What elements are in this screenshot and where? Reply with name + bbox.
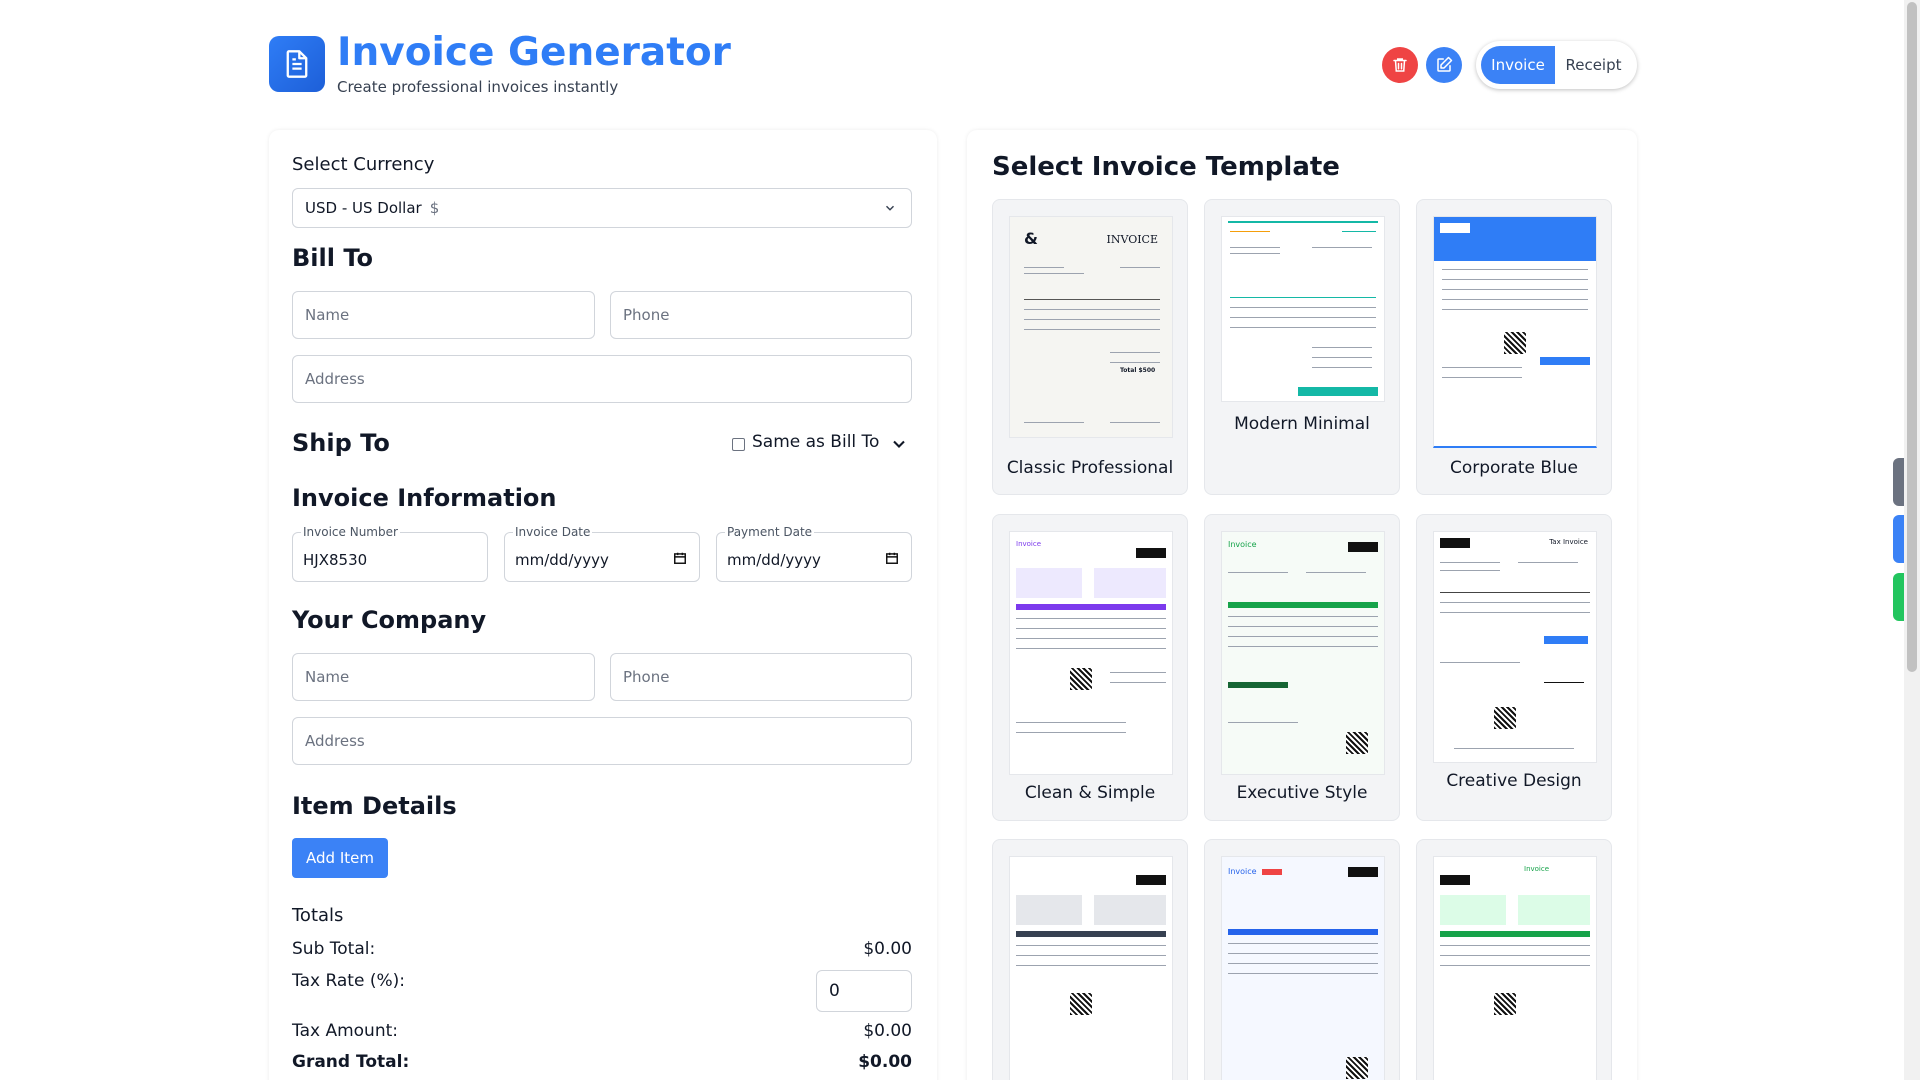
edit-icon xyxy=(1437,56,1453,72)
document-icon xyxy=(269,36,325,92)
template-thumbnail xyxy=(1221,216,1385,402)
calendar-icon[interactable] xyxy=(885,551,899,565)
bill-to-heading: Bill To xyxy=(292,244,373,272)
invoice-form-panel: Select Currency USD - US Dollar $ Bill T… xyxy=(269,130,937,1080)
template-thumbnail: Invoice xyxy=(1009,531,1173,775)
template-panel: Select Invoice Template & INVOICE Total … xyxy=(967,130,1637,1080)
side-tab-gray[interactable] xyxy=(1893,458,1904,506)
invoice-number-label: Invoice Number xyxy=(301,525,400,539)
bill-to-name-input[interactable]: Name xyxy=(292,291,595,339)
template-thumbnail: Invoice xyxy=(1221,856,1385,1080)
same-as-bill-to-checkbox[interactable] xyxy=(732,438,745,451)
template-card-modern-minimal[interactable]: Modern Minimal xyxy=(1204,199,1400,495)
template-card-executive-style[interactable]: Invoice Executive Style xyxy=(1204,514,1400,821)
currency-select[interactable]: USD - US Dollar $ xyxy=(292,188,912,228)
app-title: Invoice Generator xyxy=(337,30,731,75)
currency-value: USD - US Dollar xyxy=(305,199,422,217)
side-tab-blue[interactable] xyxy=(1893,515,1904,563)
side-tab-green[interactable] xyxy=(1893,573,1904,621)
payment-date-label: Payment Date xyxy=(725,525,815,539)
same-as-bill-to-label: Same as Bill To xyxy=(752,432,880,452)
edit-button[interactable] xyxy=(1426,47,1462,83)
page-scrollbar[interactable] xyxy=(1904,0,1920,1080)
invoice-number-value: HJX8530 xyxy=(303,551,368,569)
app-header: Invoice Generator Create professional in… xyxy=(269,30,1637,96)
item-details-heading: Item Details xyxy=(292,792,457,820)
scrollbar-thumb[interactable] xyxy=(1907,2,1917,672)
payment-date-value: mm/dd/yyyy xyxy=(727,551,821,569)
currency-symbol: $ xyxy=(429,199,440,217)
template-card-row3-2[interactable]: Invoice xyxy=(1204,839,1400,1080)
template-card-row3-3[interactable]: Invoice xyxy=(1416,839,1612,1080)
toggle-invoice[interactable]: Invoice xyxy=(1481,46,1555,84)
template-thumbnail: & INVOICE Total $500 xyxy=(1009,216,1173,438)
template-label: Clean & Simple xyxy=(1024,783,1156,803)
template-label: Modern Minimal xyxy=(1234,414,1370,434)
company-address-input[interactable]: Address xyxy=(292,717,912,765)
subtotal-value: $0.00 xyxy=(863,939,912,959)
document-type-toggle: Invoice Receipt xyxy=(1476,41,1637,89)
tax-amount-label: Tax Amount: xyxy=(292,1021,398,1041)
trash-icon xyxy=(1393,58,1407,72)
chevron-down-icon[interactable] xyxy=(889,434,909,454)
calendar-icon[interactable] xyxy=(673,551,687,565)
invoice-date-value: mm/dd/yyyy xyxy=(515,551,609,569)
template-card-classic-professional[interactable]: & INVOICE Total $500 Classic Professiona… xyxy=(992,199,1188,495)
company-phone-input[interactable]: Phone xyxy=(610,653,912,701)
template-card-corporate-blue[interactable]: Corporate Blue xyxy=(1416,199,1612,495)
ship-to-heading: Ship To xyxy=(292,429,390,457)
template-thumbnail xyxy=(1433,216,1597,448)
subtotal-label: Sub Total: xyxy=(292,939,376,959)
template-thumbnail: Invoice xyxy=(1433,856,1597,1080)
template-thumbnail: Tax Invoice xyxy=(1433,531,1597,763)
template-label: Executive Style xyxy=(1236,783,1368,803)
currency-label: Select Currency xyxy=(292,154,435,175)
toggle-receipt[interactable]: Receipt xyxy=(1555,46,1632,84)
invoice-info-heading: Invoice Information xyxy=(292,484,557,512)
grand-total-value: $0.00 xyxy=(858,1052,912,1072)
template-thumbnail: Invoice xyxy=(1221,531,1385,775)
template-card-row3-1[interactable] xyxy=(992,839,1188,1080)
tax-amount-value: $0.00 xyxy=(863,1021,912,1041)
invoice-number-field[interactable]: Invoice Number HJX8530 xyxy=(292,525,488,582)
bill-to-phone-input[interactable]: Phone xyxy=(610,291,912,339)
tax-rate-input[interactable]: 0 xyxy=(816,970,912,1012)
template-heading: Select Invoice Template xyxy=(992,152,1340,182)
totals-heading: Totals xyxy=(292,905,344,926)
delete-button[interactable] xyxy=(1382,47,1418,83)
chevron-down-icon xyxy=(885,205,895,211)
grand-total-label: Grand Total: xyxy=(292,1052,410,1072)
bill-to-address-input[interactable]: Address xyxy=(292,355,912,403)
tax-rate-label: Tax Rate (%): xyxy=(292,971,405,991)
invoice-date-label: Invoice Date xyxy=(513,525,593,539)
payment-date-field[interactable]: Payment Date mm/dd/yyyy xyxy=(716,525,912,582)
template-label: Creative Design xyxy=(1446,771,1582,791)
template-card-creative-design[interactable]: Tax Invoice Creative Design xyxy=(1416,514,1612,821)
template-label: Corporate Blue xyxy=(1449,458,1578,478)
app-subtitle: Create professional invoices instantly xyxy=(337,78,619,96)
template-thumbnail xyxy=(1009,856,1173,1080)
your-company-heading: Your Company xyxy=(292,606,487,634)
company-name-input[interactable]: Name xyxy=(292,653,595,701)
template-label: Classic Professional xyxy=(1006,458,1174,478)
template-card-clean-simple[interactable]: Invoice Clean & Simple xyxy=(992,514,1188,821)
invoice-date-field[interactable]: Invoice Date mm/dd/yyyy xyxy=(504,525,700,582)
add-item-button[interactable]: Add Item xyxy=(292,838,388,878)
